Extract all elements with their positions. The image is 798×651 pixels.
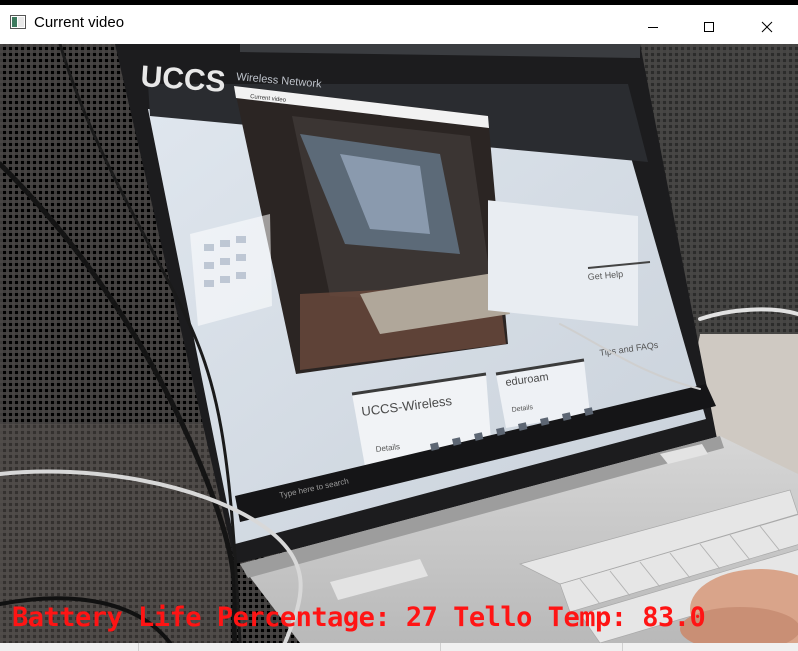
screen-brand-text: UCCS	[140, 60, 227, 99]
video-feed: UCCS Wireless Network Current video UCCS…	[0, 44, 798, 643]
maximize-button[interactable]	[686, 10, 732, 44]
telemetry-overlay: Battery Life Percentage: 27 Tello Temp: …	[12, 602, 706, 633]
maximize-icon	[704, 22, 714, 32]
camera-frame: UCCS Wireless Network Current video UCCS…	[0, 44, 798, 643]
window-title: Current video	[34, 14, 125, 31]
close-button[interactable]	[744, 10, 790, 44]
title-bar[interactable]: Current video	[0, 0, 798, 44]
video-window: Current video UCCS Wireless Network Curr…	[0, 0, 798, 651]
close-icon	[761, 21, 773, 33]
window-bottom-edge	[0, 643, 798, 651]
window-app-icon	[10, 15, 26, 29]
minimize-icon	[648, 27, 658, 28]
minimize-button[interactable]	[630, 10, 676, 44]
